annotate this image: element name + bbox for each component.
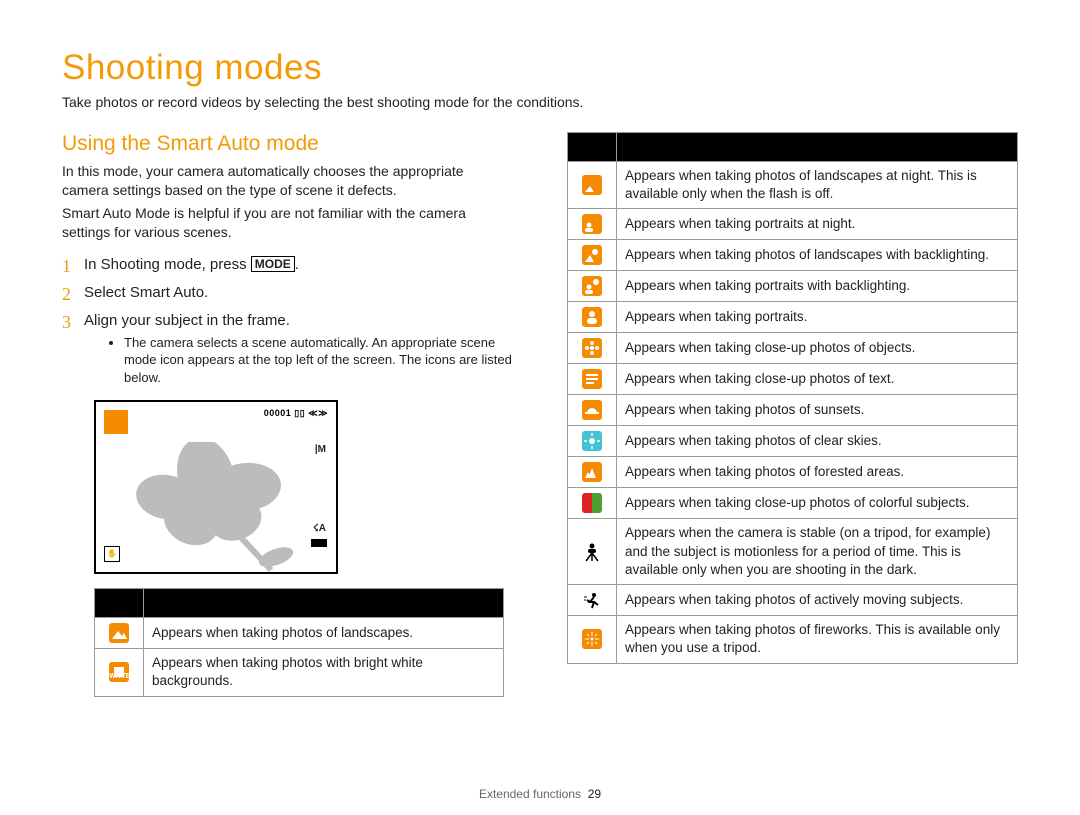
page-subtitle: Take photos or record videos by selectin…: [62, 94, 1018, 110]
icon-description: Appears when taking portraits at night.: [617, 209, 1018, 240]
table-row: Appears when taking photos of fireworks.…: [568, 616, 1018, 663]
table-row: Appears when the camera is stable (on a …: [568, 519, 1018, 585]
table-row: Appears when taking photos of landscapes…: [568, 240, 1018, 271]
screen-bottom-left-icon: ✋: [104, 546, 120, 562]
table-row: Appears when taking photos of actively m…: [568, 585, 1018, 616]
icon-description: Appears when taking close-up photos of o…: [617, 333, 1018, 364]
forest-icon: [582, 462, 602, 482]
macro-text-icon: [582, 369, 602, 389]
section-para-2: Smart Auto Mode is helpful if you are no…: [62, 204, 513, 242]
fireworks-icon: [582, 629, 602, 649]
icon-description: Appears when taking photos of fireworks.…: [617, 616, 1018, 663]
macro-color-icon: [582, 493, 602, 513]
icon-description: Appears when taking photos of clear skie…: [617, 426, 1018, 457]
screen-top-status: 00001 ▯▯ ≪≫: [264, 408, 328, 419]
scene-mode-icon: [104, 410, 128, 434]
night-portrait-icon: [582, 214, 602, 234]
step-1-suffix: .: [295, 256, 299, 273]
section-heading: Using the Smart Auto mode: [62, 132, 513, 156]
table-row: Appears when taking close-up photos of c…: [568, 488, 1018, 519]
step-2-text: Select Smart Auto.: [84, 284, 208, 301]
icon-description: Appears when taking close-up photos of c…: [617, 488, 1018, 519]
screen-right-status-1: |M: [315, 444, 326, 455]
table-row: Appears when taking close-up photos of o…: [568, 333, 1018, 364]
backlight-portrait-icon: [582, 276, 602, 296]
sunset-icon: [582, 400, 602, 420]
table-row: Appears when taking photos of landscapes…: [95, 618, 504, 649]
screen-right-status-2: ☇A: [313, 523, 326, 534]
footer-section-label: Extended functions: [479, 787, 581, 801]
night-landscape-icon: [582, 175, 602, 195]
flower-illustration: [136, 442, 306, 572]
table-row: Appears when taking portraits.: [568, 302, 1018, 333]
mode-button-label: MODE: [251, 256, 295, 272]
step-3-text: Align your subject in the frame.: [84, 312, 290, 329]
landscape-icon: [109, 623, 129, 643]
footer-page-number: 29: [588, 787, 601, 801]
table-row: Appears when taking photos of landscapes…: [568, 162, 1018, 209]
section-para-1: In this mode, your camera automatically …: [62, 162, 513, 200]
table-row: Appears when taking portraits with backl…: [568, 271, 1018, 302]
table-row: WHITE Appears when taking photos with bri…: [95, 649, 504, 696]
icon-table-right: Appears when taking photos of landscapes…: [567, 132, 1018, 664]
icon-description: Appears when taking photos with bright w…: [144, 649, 504, 696]
portrait-icon: [582, 307, 602, 327]
white-bg-icon: WHITE: [109, 662, 129, 682]
icon-description: Appears when taking portraits.: [617, 302, 1018, 333]
macro-object-icon: [582, 338, 602, 358]
icon-description: Appears when taking photos of sunsets.: [617, 395, 1018, 426]
step-3-bullet: The camera selects a scene automatically…: [124, 334, 513, 387]
step-1-text: In Shooting mode, press MODE.: [84, 256, 299, 273]
backlight-landscape-icon: [582, 245, 602, 265]
page-title: Shooting modes: [62, 48, 1018, 88]
icon-description: Appears when taking photos of actively m…: [617, 585, 1018, 616]
step-1-prefix: In Shooting mode, press: [84, 256, 251, 273]
icon-table-left: Appears when taking photos of landscapes…: [94, 588, 504, 696]
table-row: Appears when taking photos of clear skie…: [568, 426, 1018, 457]
table-row: Appears when taking portraits at night.: [568, 209, 1018, 240]
tripod-icon: [582, 542, 602, 562]
icon-description: Appears when taking photos of landscapes…: [144, 618, 504, 649]
clear-sky-icon: [582, 431, 602, 451]
steps-list: In Shooting mode, press MODE. Select Sma…: [62, 256, 513, 387]
icon-description: Appears when taking portraits with backl…: [617, 271, 1018, 302]
icon-description: Appears when taking photos of landscapes…: [617, 162, 1018, 209]
table-row: Appears when taking photos of sunsets.: [568, 395, 1018, 426]
icon-description: Appears when taking close-up photos of t…: [617, 364, 1018, 395]
icon-description: Appears when taking photos of forested a…: [617, 457, 1018, 488]
table-row: Appears when taking close-up photos of t…: [568, 364, 1018, 395]
action-icon: [582, 590, 602, 610]
icon-description: Appears when taking photos of landscapes…: [617, 240, 1018, 271]
page-footer: Extended functions 29: [0, 787, 1080, 801]
camera-screen-figure: 00001 ▯▯ ≪≫ |M ☇A ✋: [94, 400, 338, 574]
screen-right-bar-icon: [311, 539, 327, 547]
table-row: Appears when taking photos of forested a…: [568, 457, 1018, 488]
icon-description: Appears when the camera is stable (on a …: [617, 519, 1018, 585]
